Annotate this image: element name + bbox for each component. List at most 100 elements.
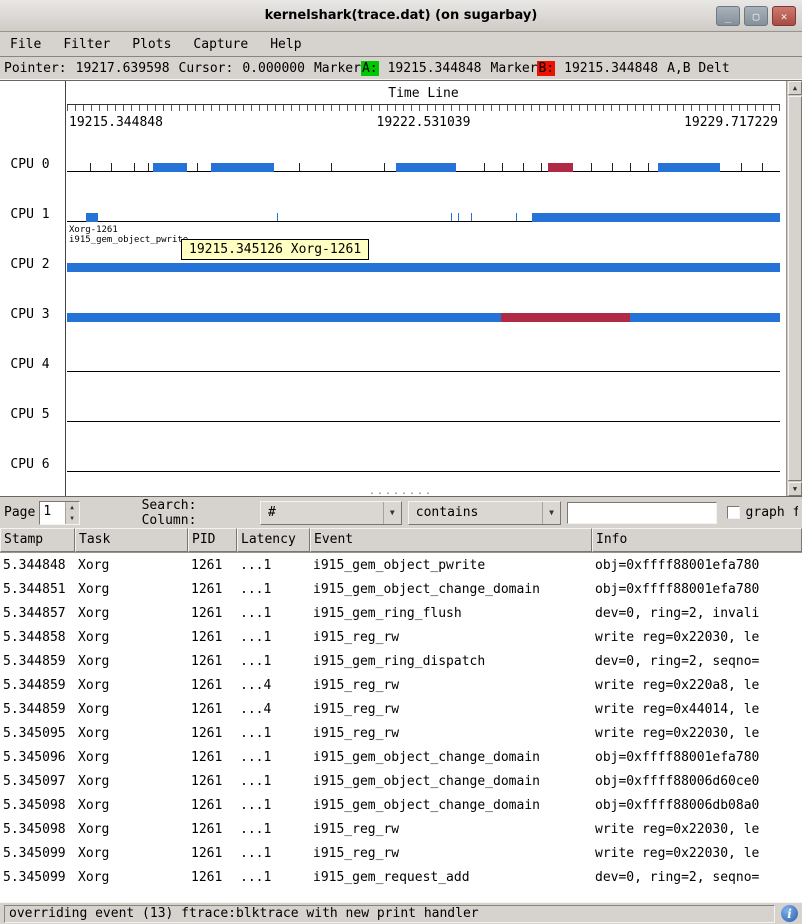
header-task[interactable]: Task: [75, 528, 188, 552]
event-tick[interactable]: [591, 163, 592, 171]
task-bar-blue[interactable]: [153, 163, 187, 172]
event-tick[interactable]: [369, 313, 370, 321]
event-tick[interactable]: [471, 213, 472, 221]
task-bar-red[interactable]: [501, 313, 631, 322]
table-row[interactable]: 5.345095Xorg1261...1i915_reg_rwwrite reg…: [0, 721, 802, 745]
column-select[interactable]: # ▼: [260, 501, 402, 525]
header-info[interactable]: Info: [592, 528, 802, 552]
header-latency[interactable]: Latency: [237, 528, 310, 552]
scroll-up-icon[interactable]: ▲: [788, 81, 802, 95]
menu-file[interactable]: File: [10, 37, 41, 52]
table-row[interactable]: 5.345099Xorg1261...1i915_gem_request_add…: [0, 865, 802, 889]
table-cell: ...1: [237, 630, 310, 645]
event-tick[interactable]: [111, 163, 112, 171]
table-row[interactable]: 5.344859Xorg1261...4i915_reg_rwwrite reg…: [0, 673, 802, 697]
table-row[interactable]: 5.345097Xorg1261...1i915_gem_object_chan…: [0, 769, 802, 793]
event-tick[interactable]: [451, 213, 452, 221]
event-tick[interactable]: [384, 163, 385, 171]
table-row[interactable]: 5.344848Xorg1261...1i915_gem_object_pwri…: [0, 553, 802, 577]
table-cell: obj=0xffff88001efa780: [592, 558, 802, 573]
event-tick[interactable]: [648, 163, 649, 171]
event-tick[interactable]: [181, 313, 182, 321]
cursor-value: 0.000000: [242, 61, 305, 76]
event-tick[interactable]: [762, 163, 763, 171]
task-bar-blue[interactable]: [67, 263, 780, 272]
search-input[interactable]: [567, 502, 717, 524]
menu-capture[interactable]: Capture: [193, 37, 248, 52]
task-bar-blue[interactable]: [67, 313, 780, 322]
spin-up-icon[interactable]: ▲: [66, 502, 79, 513]
event-tick[interactable]: [277, 213, 278, 221]
event-tick[interactable]: [288, 263, 289, 271]
table-row[interactable]: 5.344859Xorg1261...1i915_gem_ring_dispat…: [0, 649, 802, 673]
header-event[interactable]: Event: [310, 528, 592, 552]
event-tick[interactable]: [331, 263, 332, 271]
chevron-down-icon[interactable]: ▼: [542, 502, 560, 524]
chevron-down-icon[interactable]: ▼: [383, 502, 401, 524]
pane-splitter-handle[interactable]: ........: [369, 489, 433, 495]
event-tick[interactable]: [630, 163, 631, 171]
menu-help[interactable]: Help: [270, 37, 301, 52]
cpu-plots[interactable]: Time Line 19215.344848 19222.531039 1922…: [67, 81, 780, 496]
scroll-down-icon[interactable]: ▼: [788, 482, 802, 496]
marker-a: MarkerA:: [314, 61, 379, 76]
page-spinner[interactable]: 1 ▲ ▼: [39, 501, 79, 525]
task-bar-red[interactable]: [548, 163, 572, 172]
menu-filter[interactable]: Filter: [63, 37, 110, 52]
cpu-baseline: [67, 371, 780, 372]
event-tick[interactable]: [134, 163, 135, 171]
task-bar-blue[interactable]: [211, 163, 274, 172]
table-row[interactable]: 5.344857Xorg1261...1i915_gem_ring_flushd…: [0, 601, 802, 625]
timeline-graph: CPU 0CPU 1CPU 2CPU 3CPU 4CPU 5CPU 6 Time…: [0, 80, 802, 497]
event-tick[interactable]: [331, 163, 332, 171]
table-row[interactable]: 5.344851Xorg1261...1i915_gem_object_chan…: [0, 577, 802, 601]
event-tick[interactable]: [396, 263, 397, 271]
table-cell: i915_reg_rw: [310, 630, 592, 645]
page-value[interactable]: 1: [40, 502, 64, 524]
event-tick[interactable]: [197, 163, 198, 171]
event-tick[interactable]: [473, 263, 474, 271]
close-icon[interactable]: ✕: [772, 6, 796, 26]
minimize-icon[interactable]: _: [716, 6, 740, 26]
table-row[interactable]: 5.345099Xorg1261...1i915_reg_rwwrite reg…: [0, 841, 802, 865]
table-cell: Xorg: [75, 870, 188, 885]
cpu-label: CPU 6: [0, 457, 60, 472]
event-tick[interactable]: [741, 163, 742, 171]
event-tick[interactable]: [541, 163, 542, 171]
table-row[interactable]: 5.345096Xorg1261...1i915_gem_object_chan…: [0, 745, 802, 769]
table-cell: 5.345095: [0, 726, 75, 741]
spinner-arrows[interactable]: ▲ ▼: [65, 502, 79, 524]
cpu-baseline: [67, 421, 780, 422]
header-stamp[interactable]: Stamp: [0, 528, 75, 552]
header-pid[interactable]: PID: [188, 528, 237, 552]
menu-plots[interactable]: Plots: [132, 37, 171, 52]
status-text: overriding event (13) ftrace:blktrace wi…: [4, 905, 775, 923]
table-row[interactable]: 5.344858Xorg1261...1i915_reg_rwwrite reg…: [0, 625, 802, 649]
match-select[interactable]: contains ▼: [408, 501, 561, 525]
graph-follows-checkbox[interactable]: [727, 506, 740, 519]
event-tick[interactable]: [91, 213, 92, 221]
table-cell: i915_gem_object_change_domain: [310, 774, 592, 789]
event-tick[interactable]: [516, 213, 517, 221]
event-tick[interactable]: [148, 163, 149, 171]
marker-b-value: 19215.344848: [564, 61, 658, 76]
event-tick[interactable]: [484, 163, 485, 171]
table-row[interactable]: 5.345098Xorg1261...1i915_gem_object_chan…: [0, 793, 802, 817]
task-bar-blue[interactable]: [658, 163, 720, 172]
spin-down-icon[interactable]: ▼: [66, 513, 79, 524]
event-tick[interactable]: [458, 213, 459, 221]
event-tick[interactable]: [90, 163, 91, 171]
event-tick[interactable]: [612, 163, 613, 171]
task-bar-blue[interactable]: [396, 163, 456, 172]
event-tick[interactable]: [421, 263, 422, 271]
event-tick[interactable]: [570, 213, 571, 221]
table-row[interactable]: 5.345098Xorg1261...1i915_reg_rwwrite reg…: [0, 817, 802, 841]
table-row[interactable]: 5.344859Xorg1261...4i915_reg_rwwrite reg…: [0, 697, 802, 721]
event-tick[interactable]: [502, 163, 503, 171]
graph-scrollbar[interactable]: ▲ ▼: [786, 81, 802, 496]
event-tick[interactable]: [299, 163, 300, 171]
event-tick[interactable]: [128, 313, 129, 321]
event-tick[interactable]: [523, 163, 524, 171]
scrollbar-thumb[interactable]: [788, 96, 802, 481]
maximize-icon[interactable]: ▢: [744, 6, 768, 26]
